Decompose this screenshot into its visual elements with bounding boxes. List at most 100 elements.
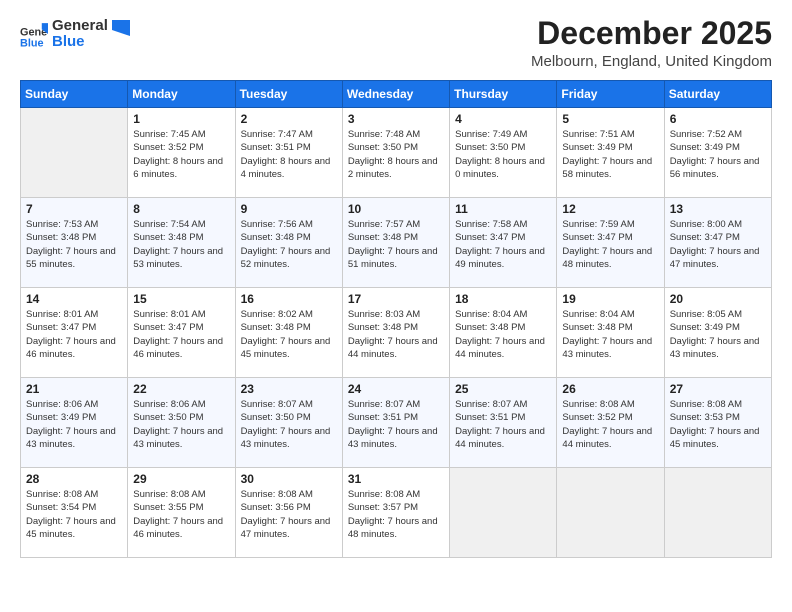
- sunset-label: Sunset: 3:54 PM: [26, 502, 96, 513]
- day-info: Sunrise: 8:01 AMSunset: 3:47 PMDaylight:…: [26, 308, 122, 361]
- day-cell: 14Sunrise: 8:01 AMSunset: 3:47 PMDayligh…: [21, 288, 128, 378]
- sunset-label: Sunset: 3:51 PM: [455, 412, 525, 423]
- day-info: Sunrise: 7:52 AMSunset: 3:49 PMDaylight:…: [670, 128, 766, 181]
- daylight-label: Daylight: 7 hours and 47 minutes.: [670, 246, 760, 270]
- day-cell: [21, 108, 128, 198]
- day-number: 29: [133, 472, 229, 486]
- svg-text:Blue: Blue: [20, 37, 44, 48]
- daylight-label: Daylight: 7 hours and 44 minutes.: [455, 426, 545, 450]
- day-cell: 13 Sunrise: 8:00 AMSunset: 3:47 PMDayligh…: [664, 198, 771, 288]
- day-info: Sunrise: 8:08 AMSunset: 3:53 PMDaylight:…: [670, 398, 766, 451]
- daylight-label: Daylight: 7 hours and 45 minutes.: [26, 516, 116, 540]
- week-row-1: 1Sunrise: 7:45 AMSunset: 3:52 PMDaylight…: [21, 108, 772, 198]
- sunrise-label: Sunrise: 8:08 AM: [133, 489, 205, 500]
- daylight-label: Daylight: 7 hours and 44 minutes.: [348, 336, 438, 360]
- sunrise-label: Sunrise: 8:06 AM: [26, 399, 98, 410]
- day-info: Sunrise: 8:07 AMSunset: 3:51 PMDaylight:…: [348, 398, 444, 451]
- month-title: December 2025: [531, 16, 772, 51]
- sunset-label: Sunset: 3:52 PM: [562, 412, 632, 423]
- daylight-label: Daylight: 7 hours and 45 minutes.: [241, 336, 331, 360]
- day-info: Sunrise: 8:06 AMSunset: 3:49 PMDaylight:…: [26, 398, 122, 451]
- daylight-label: Daylight: 7 hours and 49 minutes.: [455, 246, 545, 270]
- daylight-label: Daylight: 7 hours and 52 minutes.: [241, 246, 331, 270]
- sunset-label: Sunset: 3:47 PM: [133, 322, 203, 333]
- day-info: Sunrise: 8:05 AMSunset: 3:49 PMDaylight:…: [670, 308, 766, 361]
- week-row-3: 14Sunrise: 8:01 AMSunset: 3:47 PMDayligh…: [21, 288, 772, 378]
- daylight-label: Daylight: 7 hours and 45 minutes.: [670, 426, 760, 450]
- day-number: 30: [241, 472, 337, 486]
- sunset-label: Sunset: 3:48 PM: [133, 232, 203, 243]
- daylight-label: Daylight: 7 hours and 48 minutes.: [348, 516, 438, 540]
- daylight-label: Daylight: 8 hours and 4 minutes.: [241, 156, 331, 180]
- sunrise-label: Sunrise: 8:06 AM: [133, 399, 205, 410]
- day-info: Sunrise: 8:08 AMSunset: 3:54 PMDaylight:…: [26, 488, 122, 541]
- sunset-label: Sunset: 3:47 PM: [562, 232, 632, 243]
- day-info: Sunrise: 8:08 AMSunset: 3:52 PMDaylight:…: [562, 398, 658, 451]
- sunset-label: Sunset: 3:50 PM: [241, 412, 311, 423]
- day-cell: 20 Sunrise: 8:05 AMSunset: 3:49 PMDayligh…: [664, 288, 771, 378]
- sunset-label: Sunset: 3:50 PM: [455, 142, 525, 153]
- day-cell: 26Sunrise: 8:08 AMSunset: 3:52 PMDayligh…: [557, 378, 664, 468]
- day-info: Sunrise: 8:04 AMSunset: 3:48 PMDaylight:…: [562, 308, 658, 361]
- day-info: Sunrise: 8:02 AMSunset: 3:48 PMDaylight:…: [241, 308, 337, 361]
- day-cell: [664, 468, 771, 558]
- day-number: 13: [670, 202, 766, 216]
- day-number: 25: [455, 382, 551, 396]
- col-header-wednesday: Wednesday: [342, 81, 449, 108]
- sunrise-label: Sunrise: 8:07 AM: [241, 399, 313, 410]
- sunrise-label: Sunrise: 7:56 AM: [241, 219, 313, 230]
- day-cell: 18Sunrise: 8:04 AMSunset: 3:48 PMDayligh…: [450, 288, 557, 378]
- day-cell: 12Sunrise: 7:59 AMSunset: 3:47 PMDayligh…: [557, 198, 664, 288]
- sunset-label: Sunset: 3:52 PM: [133, 142, 203, 153]
- day-number: 8: [133, 202, 229, 216]
- sunrise-label: Sunrise: 7:51 AM: [562, 129, 634, 140]
- sunrise-label: Sunrise: 8:08 AM: [241, 489, 313, 500]
- sunrise-label: Sunrise: 7:49 AM: [455, 129, 527, 140]
- sunrise-label: Sunrise: 7:54 AM: [133, 219, 205, 230]
- calendar-header-row: SundayMondayTuesdayWednesdayThursdayFrid…: [21, 81, 772, 108]
- sunset-label: Sunset: 3:49 PM: [562, 142, 632, 153]
- logo-arrow-icon: [112, 16, 130, 52]
- week-row-5: 28Sunrise: 8:08 AMSunset: 3:54 PMDayligh…: [21, 468, 772, 558]
- day-cell: 24Sunrise: 8:07 AMSunset: 3:51 PMDayligh…: [342, 378, 449, 468]
- sunset-label: Sunset: 3:48 PM: [241, 322, 311, 333]
- sunrise-label: Sunrise: 8:00 AM: [670, 219, 742, 230]
- day-info: Sunrise: 8:08 AMSunset: 3:57 PMDaylight:…: [348, 488, 444, 541]
- logo-general-text: General: [52, 18, 108, 35]
- day-cell: 31Sunrise: 8:08 AMSunset: 3:57 PMDayligh…: [342, 468, 449, 558]
- day-cell: 2Sunrise: 7:47 AMSunset: 3:51 PMDaylight…: [235, 108, 342, 198]
- day-number: 16: [241, 292, 337, 306]
- day-info: Sunrise: 7:58 AMSunset: 3:47 PMDaylight:…: [455, 218, 551, 271]
- sunset-label: Sunset: 3:50 PM: [348, 142, 418, 153]
- logo: General Blue General Blue: [20, 16, 130, 52]
- sunrise-label: Sunrise: 8:08 AM: [562, 399, 634, 410]
- sunrise-label: Sunrise: 8:04 AM: [562, 309, 634, 320]
- day-cell: 25 Sunrise: 8:07 AM Sunset: 3:51 PM Dayligh…: [450, 378, 557, 468]
- sunrise-label: Sunrise: 7:48 AM: [348, 129, 420, 140]
- day-cell: 21Sunrise: 8:06 AMSunset: 3:49 PMDayligh…: [21, 378, 128, 468]
- daylight-label: Daylight: 7 hours and 43 minutes.: [133, 426, 223, 450]
- day-number: 7: [26, 202, 122, 216]
- sunrise-label: Sunrise: 8:08 AM: [670, 399, 742, 410]
- day-cell: 4Sunrise: 7:49 AMSunset: 3:50 PMDaylight…: [450, 108, 557, 198]
- location-subtitle: Melbourn, England, United Kingdom: [531, 53, 772, 70]
- day-cell: 1Sunrise: 7:45 AMSunset: 3:52 PMDaylight…: [128, 108, 235, 198]
- day-number: 20: [670, 292, 766, 306]
- daylight-label: Daylight: 7 hours and 46 minutes.: [133, 336, 223, 360]
- day-number: 23: [241, 382, 337, 396]
- day-cell: 22Sunrise: 8:06 AMSunset: 3:50 PMDayligh…: [128, 378, 235, 468]
- sunset-label: Sunset: 3:49 PM: [670, 142, 740, 153]
- sunrise-label: Sunrise: 7:45 AM: [133, 129, 205, 140]
- day-info: Sunrise: 8:00 AMSunset: 3:47 PMDaylight:…: [670, 218, 766, 271]
- sunrise-label: Sunrise: 7:52 AM: [670, 129, 742, 140]
- sunset-label: Sunset: 3:48 PM: [348, 232, 418, 243]
- day-cell: 3Sunrise: 7:48 AMSunset: 3:50 PMDaylight…: [342, 108, 449, 198]
- daylight-label: Daylight: 8 hours and 2 minutes.: [348, 156, 438, 180]
- day-info: Sunrise: 7:56 AMSunset: 3:48 PMDaylight:…: [241, 218, 337, 271]
- day-cell: 8Sunrise: 7:54 AMSunset: 3:48 PMDaylight…: [128, 198, 235, 288]
- sunrise-label: Sunrise: 8:04 AM: [455, 309, 527, 320]
- sunrise-label: Sunrise: 8:07 AM: [455, 399, 527, 410]
- sunset-label: Sunset: 3:48 PM: [455, 322, 525, 333]
- sunrise-label: Sunrise: 8:01 AM: [26, 309, 98, 320]
- sunrise-label: Sunrise: 8:07 AM: [348, 399, 420, 410]
